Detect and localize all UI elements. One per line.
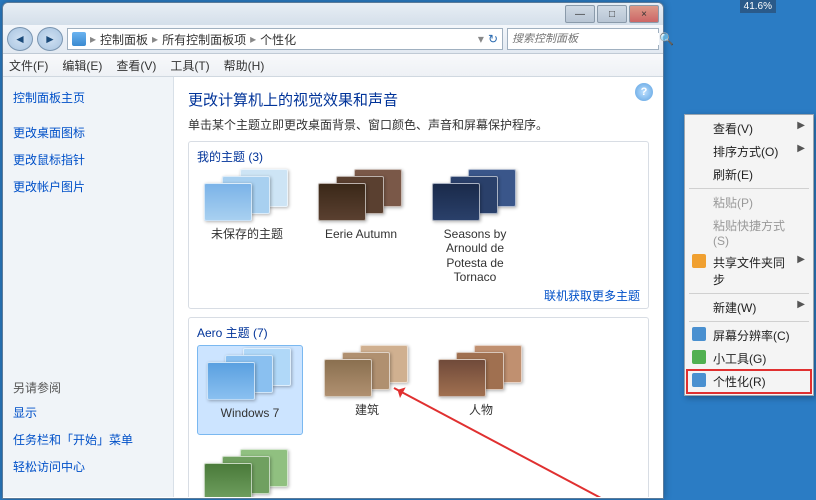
theme-item[interactable]: Windows 7 [197, 345, 303, 435]
theme-item[interactable]: 风景 [197, 449, 297, 497]
menu-help[interactable]: 帮助(H) [224, 57, 265, 74]
sidebar-link[interactable]: 更改桌面图标 [13, 124, 163, 141]
dropdown-icon[interactable]: ▾ [478, 32, 484, 46]
menu-item-label: 排序方式(O) [713, 145, 778, 159]
sidebar-see-link[interactable]: 轻松访问中心 [13, 458, 163, 475]
sidebar-see-link[interactable]: 任务栏和「开始」菜单 [13, 431, 163, 448]
search-input[interactable] [508, 33, 659, 45]
theme-name: Eerie Autumn [311, 227, 411, 253]
breadcrumb-item[interactable]: 所有控制面板项 [162, 31, 246, 48]
menu-item-label: 共享文件夹同步 [713, 256, 785, 287]
submenu-arrow-icon: ▶ [797, 254, 805, 265]
menu-item-icon [692, 373, 706, 387]
more-themes-link[interactable]: 联机获取更多主题 [197, 287, 640, 304]
menu-item-label: 粘贴(P) [713, 196, 753, 210]
menu-item-label: 粘贴快捷方式(S) [713, 219, 785, 248]
navigation-bar: ◄ ► ▸ 控制面板 ▸ 所有控制面板项 ▸ 个性化 ▾ ↻ 🔍 [3, 25, 663, 54]
context-menu-item[interactable]: 小工具(G) [687, 347, 811, 370]
page-subtitle: 单击某个主题立即更改桌面背景、窗口颜色、声音和屏幕保护程序。 [188, 116, 649, 133]
control-panel-icon [72, 32, 86, 46]
menu-edit[interactable]: 编辑(E) [62, 57, 102, 74]
aero-themes-group: Aero 主题 (7) Windows 7 建筑 人物 [188, 317, 649, 497]
control-panel-window: — □ × ◄ ► ▸ 控制面板 ▸ 所有控制面板项 ▸ 个性化 ▾ ↻ 🔍 文… [2, 2, 664, 499]
theme-item[interactable]: Seasons by Arnould de Potesta de Tornaco [425, 169, 525, 285]
menu-separator [689, 293, 809, 294]
my-themes-group: 我的主题 (3) 未保存的主题 Eerie Autumn Seasons by … [188, 141, 649, 309]
menu-item-icon [692, 327, 706, 341]
menu-item-icon [692, 350, 706, 364]
theme-name: 人物 [431, 403, 531, 429]
back-button[interactable]: ◄ [7, 27, 33, 51]
menu-file[interactable]: 文件(F) [9, 57, 48, 74]
percentage-badge: 41.6% [740, 0, 776, 13]
breadcrumb-item[interactable]: 个性化 [260, 31, 296, 48]
theme-item[interactable]: 人物 [431, 345, 531, 435]
titlebar[interactable]: — □ × [3, 3, 663, 25]
context-menu-item[interactable]: 新建(W) ▶ [687, 296, 811, 319]
forward-button[interactable]: ► [37, 27, 63, 51]
search-icon[interactable]: 🔍 [659, 32, 674, 46]
theme-item[interactable]: 建筑 [317, 345, 417, 435]
context-menu-item: 粘贴(P) [687, 191, 811, 214]
context-menu-item[interactable]: 共享文件夹同步 ▶ [687, 251, 811, 291]
help-icon[interactable]: ? [635, 83, 653, 101]
menu-separator [689, 321, 809, 322]
context-menu-item[interactable]: 排序方式(O) ▶ [687, 140, 811, 163]
close-button[interactable]: × [629, 5, 659, 23]
theme-name: Windows 7 [200, 406, 300, 432]
context-menu-item[interactable]: 刷新(E) [687, 163, 811, 186]
sidebar: 控制面板主页 更改桌面图标 更改鼠标指针 更改帐户图片 另请参阅 显示 任务栏和… [3, 77, 174, 497]
menu-view[interactable]: 查看(V) [116, 57, 156, 74]
theme-item[interactable]: 未保存的主题 [197, 169, 297, 285]
theme-name: 建筑 [317, 403, 417, 429]
theme-name: Seasons by Arnould de Potesta de Tornaco [425, 227, 525, 285]
menu-item-label: 屏幕分辨率(C) [713, 329, 790, 343]
context-menu-item[interactable]: 查看(V) ▶ [687, 117, 811, 140]
context-menu-item[interactable]: 个性化(R) [687, 370, 811, 393]
search-box[interactable]: 🔍 [507, 28, 659, 50]
menu-item-label: 小工具(G) [713, 352, 766, 366]
aero-themes-header: Aero 主题 (7) [197, 324, 640, 341]
sidebar-link[interactable]: 更改帐户图片 [13, 178, 163, 195]
menu-tools[interactable]: 工具(T) [170, 57, 209, 74]
context-menu-item: 粘贴快捷方式(S) [687, 214, 811, 251]
refresh-icon[interactable]: ↻ [488, 32, 498, 46]
content-area: ? 更改计算机上的视觉效果和声音 单击某个主题立即更改桌面背景、窗口颜色、声音和… [174, 77, 663, 497]
address-bar[interactable]: ▸ 控制面板 ▸ 所有控制面板项 ▸ 个性化 ▾ ↻ [67, 28, 503, 50]
maximize-button[interactable]: □ [597, 5, 627, 23]
my-themes-header: 我的主题 (3) [197, 148, 640, 165]
submenu-arrow-icon: ▶ [797, 143, 805, 154]
sidebar-home[interactable]: 控制面板主页 [13, 89, 163, 106]
menu-item-label: 个性化(R) [713, 375, 766, 389]
theme-item[interactable]: Eerie Autumn [311, 169, 411, 285]
menu-separator [689, 188, 809, 189]
menu-item-label: 刷新(E) [713, 168, 753, 182]
menu-item-icon [692, 254, 706, 268]
menu-bar: 文件(F) 编辑(E) 查看(V) 工具(T) 帮助(H) [3, 54, 663, 77]
context-menu-item[interactable]: 屏幕分辨率(C) [687, 324, 811, 347]
sidebar-see-link[interactable]: 显示 [13, 404, 163, 421]
submenu-arrow-icon: ▶ [797, 299, 805, 310]
theme-name: 未保存的主题 [197, 227, 297, 253]
submenu-arrow-icon: ▶ [797, 120, 805, 131]
minimize-button[interactable]: — [565, 5, 595, 23]
menu-item-label: 新建(W) [713, 301, 756, 315]
sidebar-link[interactable]: 更改鼠标指针 [13, 151, 163, 168]
see-also-label: 另请参阅 [13, 379, 163, 396]
menu-item-label: 查看(V) [713, 122, 753, 136]
desktop-context-menu: 查看(V) ▶ 排序方式(O) ▶ 刷新(E) 粘贴(P) 粘贴快捷方式(S) 共享文件夹同步… [684, 114, 814, 396]
breadcrumb-item[interactable]: 控制面板 [100, 31, 148, 48]
page-title: 更改计算机上的视觉效果和声音 [188, 89, 649, 110]
